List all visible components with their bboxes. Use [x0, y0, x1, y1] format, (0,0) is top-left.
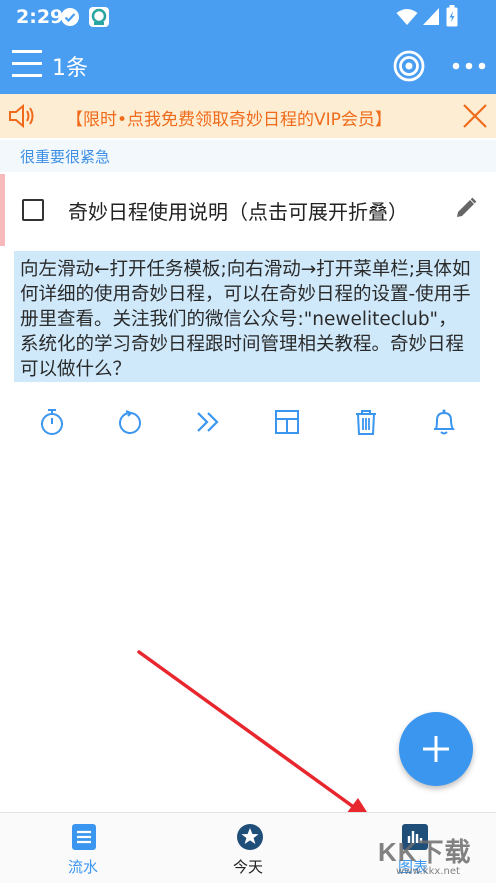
status-bar: 2:29 — [0, 0, 496, 36]
nav-tab-today[interactable]: 今天 — [188, 813, 308, 883]
status-time: 2:29 — [16, 6, 64, 28]
star-icon — [236, 823, 264, 855]
edit-pencil-icon[interactable] — [454, 196, 478, 224]
focus-target-icon[interactable] — [393, 50, 425, 86]
more-options-icon[interactable] — [452, 56, 486, 75]
speaker-icon — [8, 103, 36, 133]
task-title[interactable]: 奇妙日程使用说明（点击可展开折叠） — [68, 196, 408, 225]
list-icon — [71, 823, 97, 855]
nav-label-flow: 流水 — [67, 858, 98, 876]
menu-icon[interactable] — [12, 47, 44, 81]
site-watermark: KK下载 www.kkx.net — [378, 832, 472, 877]
nav-label-today: 今天 — [232, 858, 263, 876]
check-circle-icon — [60, 7, 80, 31]
quadrant-layout-icon[interactable] — [274, 408, 300, 440]
vip-promo-banner[interactable]: 【限时•点我免费领取奇妙日程的VIP会员】 — [0, 94, 496, 138]
postpone-forward-icon[interactable] — [195, 408, 221, 440]
priority-label: 很重要很紧急 — [20, 148, 111, 166]
close-icon[interactable] — [462, 103, 488, 133]
task-description[interactable]: 向左滑动←打开任务模板;向右滑动→打开菜单栏;具体如何详细的使用奇妙日程，可以在… — [14, 251, 480, 382]
task-row[interactable]: 奇妙日程使用说明（点击可展开折叠） — [0, 174, 496, 246]
app-bar: 1条 — [0, 36, 496, 94]
countdown-timer-icon[interactable] — [117, 408, 143, 440]
banner-text[interactable]: 【限时•点我免费领取奇妙日程的VIP会员】 — [66, 105, 392, 130]
task-count-label: 1条 — [52, 56, 88, 81]
watermark-url: www.kkx.net — [396, 866, 460, 877]
task-action-bar — [0, 404, 496, 444]
stopwatch-icon[interactable] — [39, 408, 65, 440]
plus-icon — [423, 736, 449, 762]
battery-icon — [446, 5, 458, 31]
wifi-icon — [396, 8, 418, 30]
priority-section-header: 很重要很紧急 — [0, 140, 496, 172]
task-checkbox[interactable] — [22, 199, 44, 221]
app-notification-icon — [88, 6, 110, 32]
signal-icon — [422, 7, 440, 30]
watermark-logo-text: KK下载 — [378, 837, 472, 867]
reminder-bell-icon[interactable] — [431, 408, 457, 440]
priority-indicator — [0, 174, 5, 246]
delete-trash-icon[interactable] — [353, 408, 379, 440]
nav-tab-flow[interactable]: 流水 — [23, 813, 143, 883]
add-task-button[interactable] — [399, 712, 473, 786]
